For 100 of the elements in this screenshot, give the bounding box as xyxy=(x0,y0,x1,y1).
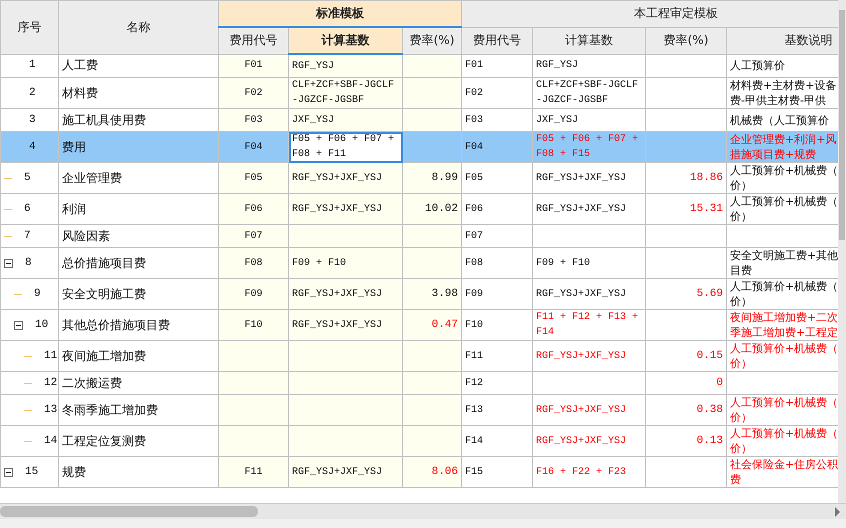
table-cell: 工程定位复测费 xyxy=(58,426,218,456)
row-number: 11 xyxy=(44,348,58,364)
table-row[interactable]: 7 风险因素 F07 F07 xyxy=(0,224,838,248)
table-cell: 0.13 xyxy=(646,426,727,456)
table-cell: CLF+ZCF+SBF-JGCLF-JGZCF-JGSBF xyxy=(532,78,646,108)
table-row[interactable]: 15 规费 F11 RGF_YSJ+JXF_YSJ 8.06 F15 F16 + F22 + F23 社会保险金+住房公积 费 xyxy=(0,456,838,488)
vertical-scrollbar[interactable] xyxy=(838,0,846,503)
row-number: 15 xyxy=(25,464,38,480)
formula-input-field[interactable]: F05 + F06 + F07 + F08 + F11 xyxy=(288,132,402,162)
horizontal-scrollbar[interactable] xyxy=(0,503,846,519)
table-cell: 0.47 xyxy=(402,310,462,340)
table-cell xyxy=(402,426,462,456)
row-number: 10 xyxy=(35,318,48,332)
table-cell xyxy=(402,108,462,132)
table-cell: RGF_YSJ+JXF_YSJ xyxy=(532,194,646,224)
row-number: 7 xyxy=(24,228,31,244)
table-cell: 安全文明施工费 xyxy=(58,278,218,310)
table-cell: F07 xyxy=(462,224,533,248)
column-header: 费率(%) xyxy=(646,27,727,54)
table-cell: 人工费 xyxy=(58,54,218,78)
table-cell: 企业管理费+利润+风 措施项目费+规费 xyxy=(726,132,838,162)
row-number: 5 xyxy=(24,170,31,186)
table-cell: F02 xyxy=(462,78,533,108)
column-header: 名称 xyxy=(58,0,218,54)
table-cell: 0.38 xyxy=(646,394,727,426)
table-cell: 企业管理费 xyxy=(58,162,218,194)
table-cell: F13 xyxy=(462,394,533,426)
collapse-button[interactable] xyxy=(4,258,13,268)
table-cell: F01 xyxy=(462,54,533,78)
table-cell: 0.15 xyxy=(646,340,727,372)
column-header: 序号 xyxy=(0,0,58,54)
row-number: 2 xyxy=(29,86,36,100)
table-cell: 费用 xyxy=(58,132,218,162)
table-row[interactable]: 3 施工机具使用费 F03 JXF_YSJ F03 JXF_YSJ 机械费（人工预算价 xyxy=(0,108,838,132)
tree-line xyxy=(4,208,12,210)
collapse-button[interactable] xyxy=(4,468,13,476)
tree-line xyxy=(24,382,32,384)
table-cell: RGF_YSJ xyxy=(532,54,646,78)
table-row[interactable]: 8 总价措施项目费 F08 F09 + F10 F08 F09 + F10 安全文明施工费+其他 目费 xyxy=(0,248,838,278)
table-cell: 二次搬运费 xyxy=(58,372,218,394)
column-header: 费用代号 xyxy=(218,27,288,54)
table-row[interactable]: 1 人工费 F01 RGF_YSJ F01 RGF_YSJ 人工预算价 xyxy=(0,54,838,78)
table-cell xyxy=(402,224,462,248)
table-cell: 其他总价措施项目费 xyxy=(58,310,218,340)
table-cell: 规费 xyxy=(58,456,218,488)
table-cell: RGF_YSJ+JXF_YSJ xyxy=(288,194,402,224)
table-cell: 18.86 xyxy=(646,162,727,194)
row-number: 8 xyxy=(25,256,32,270)
table-row[interactable]: 10 其他总价措施项目费 F10 RGF_YSJ+JXF_YSJ 0.47 F10 F11 + F12 + F13 + F14 夜间施工增加费+二次 季施工增加费+工程定 xyxy=(0,310,838,340)
row-number: 4 xyxy=(29,140,36,154)
collapse-button[interactable] xyxy=(14,320,23,330)
table-cell: F09 + F10 xyxy=(288,248,402,278)
table-cell: RGF_YSJ+JXF_YSJ xyxy=(532,426,646,456)
table-cell: RGF_YSJ+JXF_YSJ xyxy=(532,278,646,310)
table-cell xyxy=(402,372,462,394)
table-cell: F11 + F12 + F13 + F14 xyxy=(532,310,646,340)
table-cell: 5.69 xyxy=(646,278,727,310)
table-cell: 0 xyxy=(646,372,727,394)
table-cell xyxy=(218,394,288,426)
table-cell xyxy=(402,78,462,108)
table-cell xyxy=(218,426,288,456)
table-cell: CLF+ZCF+SBF-JGCLF-JGZCF-JGSBF xyxy=(288,78,402,108)
table-cell: 风险因素 xyxy=(58,224,218,248)
table-cell xyxy=(402,132,462,162)
table-cell: F06 xyxy=(462,194,533,224)
column-header: 计算基数 xyxy=(288,27,402,54)
table-row[interactable]: 2 材料费 F02 CLF+ZCF+SBF-JGCLF-JGZCF-JGSBF F02 CLF+ZCF+SBF-JGCLF-JGZCF-JGSBF 材料费+主材费+设备 费-甲供主材费-甲供 xyxy=(0,78,838,108)
tree-line xyxy=(24,440,32,442)
row-number: 12 xyxy=(44,376,58,390)
table-cell: RGF_YSJ+JXF_YSJ xyxy=(288,162,402,194)
table-cell: 利润 xyxy=(58,194,218,224)
table-cell: F04 xyxy=(462,132,533,162)
table-cell: RGF_YSJ+JXF_YSJ xyxy=(288,278,402,310)
table-row[interactable]: 4 费用 F04 F05 + F06 + F07 + F08 + F11 F04 F05 + F06 + F07 + F08 + F15 企业管理费+利润+风 措施项目费+规费 xyxy=(0,132,838,162)
table-cell: F05 xyxy=(218,162,288,194)
table-cell: F02 xyxy=(218,78,288,108)
table-cell: F08 xyxy=(462,248,533,278)
table-cell: 材料费 xyxy=(58,78,218,108)
table-cell: 总价措施项目费 xyxy=(58,248,218,278)
table-cell: RGF_YSJ+JXF_YSJ xyxy=(532,394,646,426)
table-cell: F05 xyxy=(462,162,533,194)
table-cell: F15 xyxy=(462,456,533,488)
row-number: 1 xyxy=(29,58,36,74)
table-cell: F11 xyxy=(462,340,533,372)
table-cell xyxy=(402,394,462,426)
table-cell: RGF_YSJ+JXF_YSJ xyxy=(288,310,402,340)
table-row[interactable]: 12 二次搬运费 F12 0 xyxy=(0,372,838,394)
table-cell: RGF_YSJ+JXF_YSJ xyxy=(532,340,646,372)
table-cell: 10.02 xyxy=(402,194,462,224)
table-cell xyxy=(402,248,462,278)
table-cell: 8.06 xyxy=(402,456,462,488)
table-cell: F10 xyxy=(218,310,288,340)
table-cell: 15.31 xyxy=(646,194,727,224)
row-number: 6 xyxy=(24,202,31,216)
row-number: 3 xyxy=(29,112,36,128)
table-cell xyxy=(218,372,288,394)
table-cell: RGF_YSJ+JXF_YSJ xyxy=(532,162,646,194)
table-cell: JXF_YSJ xyxy=(288,108,402,132)
table-cell: F07 xyxy=(218,224,288,248)
table-cell: F09 xyxy=(218,278,288,310)
